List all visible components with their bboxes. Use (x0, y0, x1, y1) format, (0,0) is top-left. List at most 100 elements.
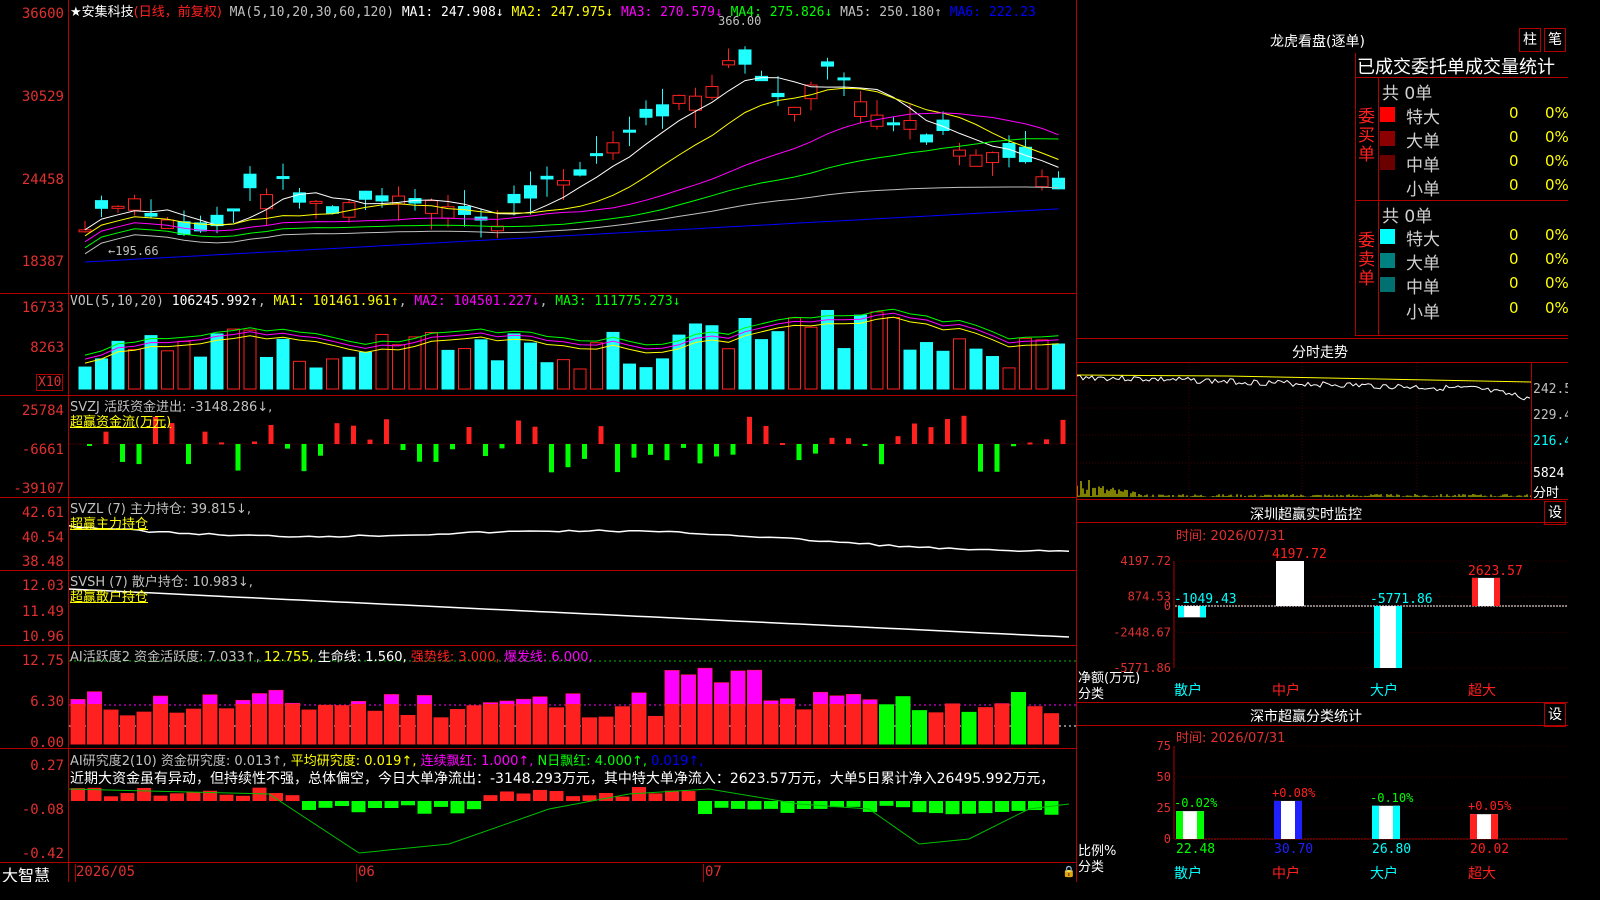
holding-line (69, 588, 1070, 638)
divider (1355, 53, 1356, 335)
ai-active-header: AI活跃度2 资金活跃度: 7.033↑, 12.755, 生命线: 1.560… (70, 650, 593, 665)
activity-bar (367, 710, 383, 745)
category-label: 中户 (1272, 865, 1300, 882)
activity-bar (219, 708, 234, 745)
bar-mode-button[interactable]: 柱 (1519, 28, 1541, 52)
lock-icon[interactable]: 🔒 (1062, 865, 1076, 878)
activity-bar-top (71, 699, 85, 704)
class-bar-edge (1393, 805, 1400, 839)
activity-bar-top (566, 693, 580, 704)
candle (1019, 146, 1032, 163)
tick-mode-button[interactable]: 笔 (1544, 28, 1566, 52)
activity-bar (780, 698, 795, 745)
candle (656, 104, 669, 117)
period-label[interactable]: (日线，前复权) (134, 5, 222, 20)
research-bar (731, 801, 745, 809)
flow-bar (565, 444, 571, 468)
class-bar-edge (1372, 805, 1379, 839)
flow-bar (285, 444, 290, 449)
intraday-chart[interactable] (1077, 363, 1532, 499)
flow-bar (268, 424, 274, 444)
flow-bar (202, 431, 208, 444)
stock-name[interactable]: 安集科技 (82, 5, 134, 20)
research-bar (978, 801, 993, 814)
candle (606, 142, 620, 154)
activity-bar-top (533, 696, 547, 704)
axis-tick: -2448.67 (1113, 625, 1171, 639)
activity-bar (763, 700, 779, 745)
research-bar (434, 801, 448, 807)
candle (507, 193, 521, 204)
candle (623, 129, 636, 133)
ma5-value: MA5: 250.180↑ (840, 5, 942, 20)
candle (672, 94, 686, 104)
dragon-title: 龙虎看盘(逐单) (1270, 34, 1365, 50)
research-bar (665, 790, 679, 801)
price-axis-label: 24458 (21, 172, 64, 188)
research-bar (285, 795, 300, 801)
activity-bar (961, 711, 977, 745)
activity-bar (169, 712, 185, 745)
monitor-bar-edge (1472, 577, 1478, 607)
flow-bar (301, 444, 307, 472)
divider (1076, 702, 1568, 703)
research-bar (681, 791, 696, 801)
candle (557, 180, 570, 186)
activity-bar-top (351, 701, 366, 704)
date-tick-line (703, 864, 704, 882)
research-bar (648, 793, 663, 801)
activity-bar (879, 704, 894, 745)
activity-bar-top (747, 670, 762, 704)
color-swatch (1380, 277, 1395, 292)
research-bar (153, 795, 168, 801)
candle (111, 205, 125, 209)
buy-row-m: 中单 0 0% (1380, 151, 1568, 176)
category-label: 散户 (1174, 865, 1202, 882)
activity-bar (318, 704, 333, 745)
research-bar (137, 787, 151, 801)
class-settings-button[interactable]: 设 (1544, 703, 1566, 727)
monitor-bar-edge (1494, 577, 1500, 607)
sz-class-chart[interactable]: 75 50 25 0 -0.02% 22.48 散户 +0.08% 30.70 中户 -0.10% 2… (1077, 726, 1568, 882)
category-label: 大户 (1370, 682, 1398, 699)
volume-bar (491, 360, 504, 390)
category-label: 超大 (1468, 683, 1496, 699)
flow-bar (978, 444, 983, 472)
volume-bar (788, 317, 801, 390)
sz-monitor-chart[interactable]: 4197.72874.530-2448.67-5771.86-1049.43散户… (1077, 523, 1568, 700)
volume-bar (557, 359, 570, 390)
activity-bar-top (384, 694, 399, 704)
divider (1531, 363, 1532, 499)
svsh-axis-label: 11.49 (21, 604, 64, 620)
candlestick-chart[interactable] (69, 0, 1076, 293)
flow-bar (120, 444, 125, 462)
color-swatch (1380, 155, 1395, 170)
candle (161, 219, 174, 229)
activity-bar-top (665, 670, 679, 704)
activity-bar (433, 717, 449, 745)
monitor-bar-edge (1396, 606, 1402, 668)
volume-bar (590, 342, 603, 390)
activity-bar-top (417, 695, 432, 704)
value-label: 2623.57 (1468, 564, 1523, 579)
research-bar (1044, 801, 1059, 815)
candle (953, 149, 966, 157)
dragon-subtitle: 已成交委托单成交量统计 (1357, 57, 1555, 78)
activity-bar (648, 715, 663, 745)
volume-bar (1035, 339, 1049, 390)
value-label: -5771.86 (1370, 592, 1433, 607)
class-bar-edge (1197, 811, 1204, 839)
change-label: -0.02% (1174, 796, 1218, 810)
research-bar (615, 796, 630, 801)
axis-tick: 25 (1157, 801, 1171, 815)
activity-bar (978, 707, 993, 745)
activity-bar (615, 706, 630, 745)
activity-bar-top (269, 690, 283, 704)
flow-bar (648, 444, 653, 455)
flow-bar (895, 436, 901, 444)
class-bar-edge (1295, 800, 1302, 839)
volume-chart[interactable] (69, 294, 1076, 395)
research-bar (516, 793, 531, 801)
activity-bar-top (500, 701, 514, 704)
flow-bar (879, 444, 884, 465)
